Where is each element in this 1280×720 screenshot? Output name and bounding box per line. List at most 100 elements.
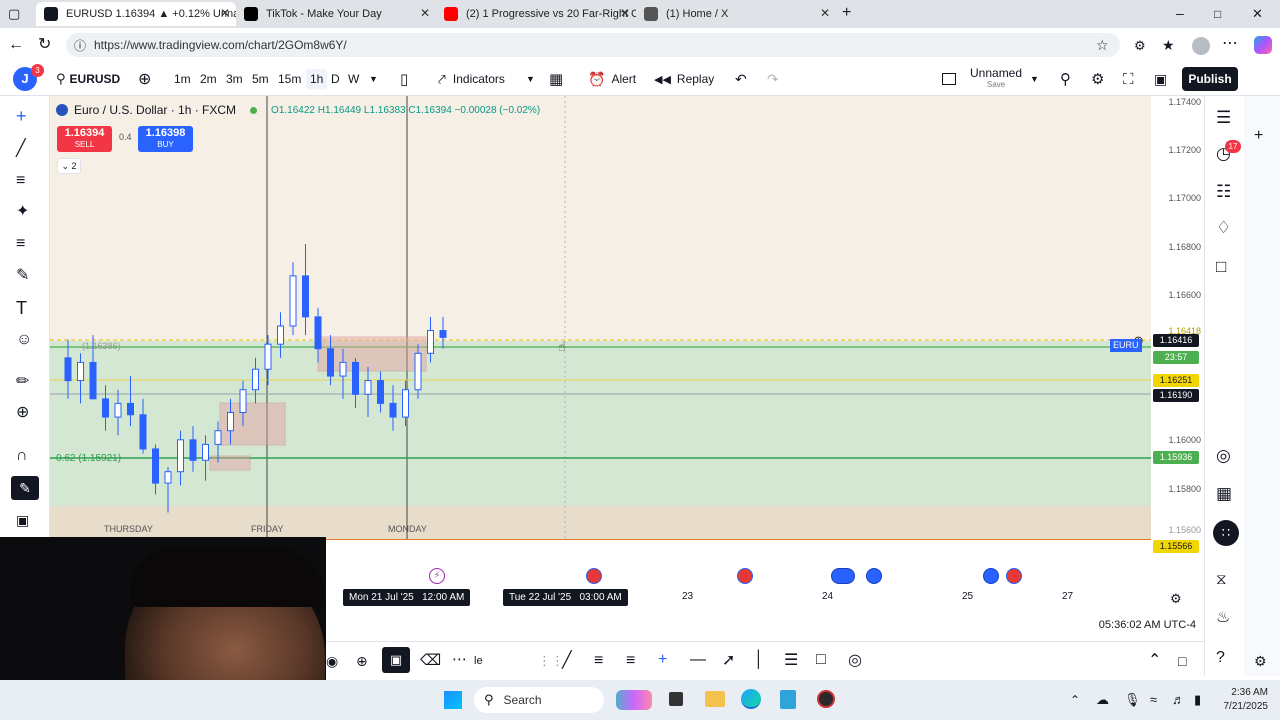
- favorites-icon[interactable]: ★: [1162, 37, 1175, 53]
- task-view-icon[interactable]: [669, 692, 683, 706]
- parallel-channel-icon[interactable]: ☰: [784, 653, 798, 669]
- drag-handle-icon[interactable]: ⋮⋮: [538, 653, 564, 669]
- trend-line-icon[interactable]: ╱: [16, 141, 26, 157]
- chat-icon[interactable]: □: [1216, 258, 1226, 275]
- close-tab-icon[interactable]: ✕: [820, 6, 830, 20]
- sidebar-add-icon[interactable]: +: [1254, 128, 1263, 144]
- emoji-icon[interactable]: ☺: [16, 332, 32, 348]
- tab-tiktok[interactable]: TikTok - Make Your Day ✕: [236, 2, 436, 26]
- alert-button[interactable]: ⏰ Alert: [588, 62, 636, 96]
- maximize-panel-icon[interactable]: □: [1178, 653, 1186, 669]
- indicators-button[interactable]: ⤤ Indicators: [438, 62, 505, 96]
- indicators-dropdown-icon[interactable]: ▼: [526, 62, 535, 96]
- more-icon[interactable]: ⋯: [452, 652, 467, 668]
- us-event-flag-icon[interactable]: [737, 568, 753, 584]
- edge-browser-icon[interactable]: [741, 689, 761, 709]
- text-tool-icon[interactable]: T: [16, 299, 27, 317]
- compare-symbol-button[interactable]: ⊕: [138, 62, 151, 96]
- notepad-icon[interactable]: [780, 690, 796, 709]
- channel-tool-icon[interactable]: ≡: [626, 653, 635, 669]
- maximize-icon[interactable]: □: [1214, 6, 1221, 22]
- pattern-icon[interactable]: ✦: [16, 204, 29, 220]
- tab-youtube[interactable]: (2) 1 Progressive vs 20 Far-Right C ✕: [436, 2, 636, 26]
- fib-retracement-icon[interactable]: ≡: [16, 173, 25, 189]
- fullscreen-icon[interactable]: ⛶: [1123, 62, 1134, 96]
- symbol-legend[interactable]: Euro / U.S. Dollar · 1h · FXCM O1.16422 …: [56, 103, 540, 117]
- microphone-icon[interactable]: 🎙: [1124, 692, 1141, 708]
- collapse-up-icon[interactable]: ⌃: [1148, 653, 1161, 669]
- copilot-icon[interactable]: [1254, 36, 1272, 54]
- address-bar[interactable]: ⓘ https://www.tradingview.com/chart/2GOm…: [66, 33, 1120, 57]
- circle-tool-icon[interactable]: ◎: [848, 653, 862, 669]
- interval-2m[interactable]: 2m: [200, 62, 217, 96]
- panel-settings-icon[interactable]: ⚙: [1254, 653, 1267, 669]
- apps-grid-icon[interactable]: ∷: [1213, 520, 1239, 546]
- horizontal-line-icon[interactable]: —: [690, 652, 706, 668]
- indicator-collapse-toggle[interactable]: ⌄ 2: [57, 158, 81, 174]
- interval-w[interactable]: W: [348, 62, 359, 96]
- close-tab-icon[interactable]: ✕: [420, 6, 430, 20]
- stream-icon[interactable]: ⧖: [1216, 572, 1227, 588]
- close-tab-icon[interactable]: ✕: [620, 6, 630, 20]
- price-axis[interactable]: 1.17400 1.17200 1.17000 1.16800 1.16600 …: [1151, 96, 1204, 556]
- windows-start-icon[interactable]: [444, 691, 462, 709]
- interval-1h[interactable]: 1h: [306, 69, 328, 89]
- utc-clock[interactable]: 05:36:02 AM UTC-4: [1099, 619, 1196, 631]
- fib-tool-icon[interactable]: ≡: [594, 653, 603, 669]
- rectangle-tool-icon[interactable]: □: [816, 652, 826, 668]
- us-event-flag-icon[interactable]: [586, 568, 602, 584]
- eye-icon[interactable]: ◉: [326, 653, 338, 669]
- taskbar-search[interactable]: ⚲ Search: [474, 687, 604, 713]
- watchlist-icon[interactable]: ☰: [1216, 109, 1231, 126]
- layout-dropdown-icon[interactable]: ▼: [1030, 62, 1039, 96]
- settings-icon[interactable]: ⚙: [1091, 62, 1104, 96]
- publish-button[interactable]: Publish: [1182, 67, 1238, 91]
- calendar-icon[interactable]: ▦: [1216, 485, 1232, 502]
- buy-button[interactable]: 1.16398 BUY: [138, 126, 193, 152]
- eu-event-flag-icon[interactable]: [866, 568, 882, 584]
- snapshot-camera-icon[interactable]: ▣: [1154, 62, 1167, 96]
- tab-x[interactable]: (1) Home / X ✕: [636, 2, 836, 26]
- tab-tradingview[interactable]: EURUSD 1.16394 ▲ +0.12% Unna ✕: [36, 2, 236, 26]
- crosshair-icon[interactable]: +: [16, 107, 27, 125]
- zoom-in-icon[interactable]: ⊕: [16, 405, 29, 421]
- lock-icon[interactable]: ▣: [16, 512, 29, 528]
- app-icon[interactable]: [817, 690, 835, 708]
- help-icon[interactable]: ?: [1216, 650, 1225, 666]
- forecast-icon[interactable]: ≡: [16, 236, 25, 252]
- extensions-icon[interactable]: ⚙: [1134, 38, 1146, 54]
- new-tab-icon[interactable]: +: [842, 5, 851, 21]
- chart-pane[interactable]: (1.16386) 0.62 (1.15921) THURSDAY FRIDAY…: [50, 96, 1151, 540]
- close-window-icon[interactable]: ✕: [1252, 6, 1263, 22]
- undo-icon[interactable]: ↶: [735, 62, 747, 96]
- zoom-target-icon[interactable]: ⊕: [356, 653, 368, 669]
- target-icon[interactable]: ◎: [1216, 447, 1231, 464]
- favorite-star-icon[interactable]: ☆: [1096, 37, 1109, 53]
- ruler-icon[interactable]: ✏: [16, 374, 29, 390]
- tray-chevron-icon[interactable]: ⌃: [1070, 692, 1080, 708]
- data-window-icon[interactable]: ☷: [1216, 183, 1231, 200]
- layout-save-button[interactable]: Unnamed Save: [942, 62, 1022, 96]
- back-icon[interactable]: ←: [8, 37, 24, 53]
- quick-search-icon[interactable]: ⚲: [1060, 62, 1071, 96]
- interval-3m[interactable]: 3m: [226, 62, 243, 96]
- close-tab-icon[interactable]: ✕: [220, 6, 230, 20]
- interval-dropdown-icon[interactable]: ▼: [369, 62, 378, 96]
- replay-button[interactable]: ◀◀ Replay: [654, 62, 714, 96]
- line-tool-icon[interactable]: ╱: [562, 653, 572, 669]
- volume-icon[interactable]: ♬: [1172, 692, 1185, 708]
- interval-1m[interactable]: 1m: [174, 62, 191, 96]
- ray-tool-icon[interactable]: ➚: [722, 653, 735, 669]
- brush-icon[interactable]: ✎: [16, 268, 29, 284]
- refresh-icon[interactable]: ↻: [38, 37, 51, 53]
- drawing-mode-icon[interactable]: ✎: [11, 476, 39, 500]
- cloud-icon[interactable]: ☁: [1096, 692, 1109, 708]
- magnet-icon[interactable]: ∩: [16, 448, 28, 464]
- interval-15m[interactable]: 15m: [278, 62, 301, 96]
- interval-d[interactable]: D: [331, 62, 340, 96]
- layers-icon[interactable]: ♢: [1216, 219, 1231, 236]
- more-options-icon[interactable]: ⋯: [1222, 36, 1238, 52]
- trash-icon[interactable]: ⌫: [420, 653, 441, 669]
- tab-actions-icon[interactable]: ▢: [8, 6, 20, 22]
- us-event-flag-icon[interactable]: [1006, 568, 1022, 584]
